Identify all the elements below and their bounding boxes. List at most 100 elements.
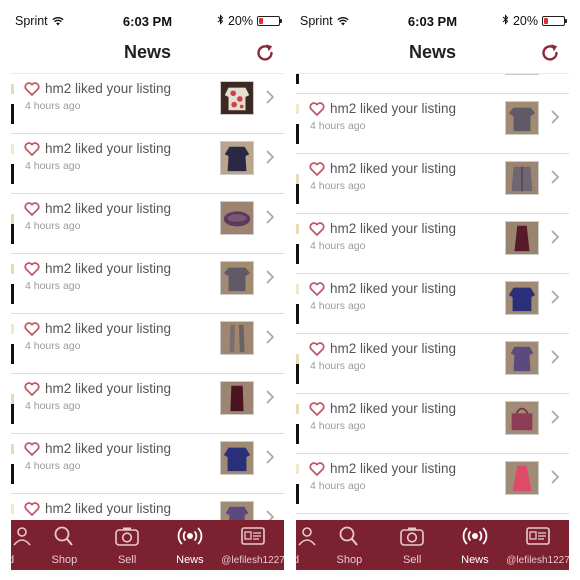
listing-thumbnail[interactable]: [505, 161, 539, 195]
listing-thumbnail[interactable]: [505, 281, 539, 315]
notification-row[interactable]: hm2 liked your listing 4 hours ago: [11, 134, 284, 194]
listing-thumbnail[interactable]: [220, 201, 254, 235]
tab-shop[interactable]: Shop: [318, 520, 381, 570]
profile-strip: [296, 404, 299, 444]
notification-text: hm2 liked your listing: [330, 461, 457, 476]
heart-icon: [24, 322, 40, 336]
chevron-right-icon: [551, 230, 560, 244]
notification-text: hm2 liked your listing: [45, 501, 172, 516]
tab-news[interactable]: News: [159, 520, 222, 570]
red-white-print-top-image: [221, 82, 253, 114]
listing-thumbnail[interactable]: [505, 341, 539, 375]
battery-percent: 20%: [512, 14, 538, 28]
notification-time: 4 hours ago: [25, 220, 81, 232]
chevron-right-icon: [266, 150, 275, 164]
news-feed[interactable]: hm2 liked your listing 4 hours ago hm2 lik…: [296, 74, 569, 520]
listing-thumbnail[interactable]: [220, 261, 254, 295]
pink-dress-image: [506, 462, 538, 494]
tab-sell[interactable]: Sell: [381, 520, 444, 570]
listing-thumbnail[interactable]: [505, 101, 539, 135]
status-bar: Sprint 6:03 PM 20%: [296, 8, 569, 34]
profile-strip: [11, 384, 14, 424]
person-icon: [11, 525, 35, 547]
notification-row[interactable]: hm2 liked your listing4 hours ago: [11, 434, 284, 494]
notification-text: hm2 liked your listing: [330, 101, 457, 116]
profile-strip: [296, 164, 299, 204]
broadcast-icon: [462, 525, 488, 547]
notification-row[interactable]: hm2 liked your listing4 hours ago: [296, 154, 569, 214]
battery-level: [544, 18, 548, 24]
tab-label: News: [461, 554, 489, 566]
refresh-icon[interactable]: [254, 42, 276, 64]
battery-icon: [542, 16, 567, 26]
notification-row[interactable]: hm2 liked your listing4 hours ago: [296, 94, 569, 154]
news-feed-list: hm2 liked your listing 4 hours ago hm2 lik…: [296, 74, 569, 514]
news-feed[interactable]: hm2 liked your listing 4 hours ago hm2 lik…: [11, 74, 284, 520]
heart-icon: [309, 462, 325, 476]
notification-text: hm2 liked your listing: [330, 281, 457, 296]
listing-thumbnail[interactable]: [220, 441, 254, 475]
tab-label: d: [296, 554, 300, 566]
chevron-right-icon: [266, 390, 275, 404]
heart-icon: [309, 282, 325, 296]
notification-row[interactable]: hm2 liked your listing4 hours ago: [11, 314, 284, 374]
profile-strip: [296, 74, 299, 84]
notification-row[interactable]: hm2 liked your listing4 hours ago: [296, 394, 569, 454]
tab-shop[interactable]: Shop: [33, 520, 96, 570]
notification-time: 4 hours ago: [310, 420, 366, 432]
chevron-right-icon: [551, 470, 560, 484]
notification-time: 4 hours ago: [310, 480, 366, 492]
notification-row[interactable]: hm2 liked your listing4 hours ago: [11, 374, 284, 434]
notification-row[interactable]: hm2 liked your listing4 hours ago: [296, 214, 569, 274]
chevron-right-icon: [266, 450, 275, 464]
notification-row[interactable]: hm2 liked your listing4 hours ago: [11, 254, 284, 314]
notification-row[interactable]: hm2 liked your listing 4 hours ago: [296, 454, 569, 514]
tab-profile[interactable]: @lefilesh1227: [221, 520, 284, 570]
notification-row[interactable]: hm2 liked your listing4 hours ago: [296, 74, 569, 94]
listing-thumbnail[interactable]: [505, 74, 539, 75]
listing-thumbnail[interactable]: [220, 321, 254, 355]
notification-text: hm2 liked your listing: [45, 141, 172, 156]
profile-strip: [11, 204, 14, 244]
purple-bag-image: [221, 202, 253, 234]
notification-row[interactable]: hm2 liked your listing4 hours ago: [296, 334, 569, 394]
grey-cardigan-image: [506, 162, 538, 194]
tab-label: News: [176, 554, 204, 566]
tab-profile[interactable]: @lefilesh1227: [506, 520, 569, 570]
tab-news[interactable]: News: [444, 520, 507, 570]
tab-label: Sell: [117, 554, 137, 566]
notification-row[interactable]: hm2 liked your listing4 hours ago: [11, 494, 284, 520]
id-card-icon: [525, 525, 551, 547]
listing-thumbnail[interactable]: [505, 221, 539, 255]
tab-me[interactable]: d: [296, 520, 318, 570]
profile-strip: [11, 324, 14, 364]
battery-percent: 20%: [227, 14, 253, 28]
tab-me[interactable]: d: [11, 520, 33, 570]
profile-strip: [296, 284, 299, 324]
listing-thumbnail[interactable]: [220, 381, 254, 415]
notification-row[interactable]: hm2 liked your listing4 hours ago: [11, 194, 284, 254]
notification-row[interactable]: hm2 liked your listing4 hours ago: [11, 74, 284, 134]
status-right: 20%: [217, 14, 282, 28]
tab-sell[interactable]: Sell: [96, 520, 159, 570]
listing-thumbnail[interactable]: [505, 401, 539, 435]
heart-icon: [24, 442, 40, 456]
phone-screen-right: Sprint 6:03 PM 20% News hm2 liked your l…: [296, 8, 569, 570]
listing-thumbnail[interactable]: [505, 461, 539, 495]
listing-thumbnail[interactable]: [220, 501, 254, 520]
pink-bag-image: [506, 402, 538, 434]
listing-thumbnail[interactable]: [220, 141, 254, 175]
refresh-icon[interactable]: [539, 42, 561, 64]
notification-time: 4 hours ago: [25, 160, 81, 172]
phone-screen-left: Sprint 6:03 PM 20% News hm2 liked your l…: [11, 8, 284, 570]
chevron-right-icon: [266, 210, 275, 224]
profile-strip: [11, 264, 14, 304]
profile-strip: [296, 224, 299, 264]
heart-icon: [309, 102, 325, 116]
heart-icon: [309, 222, 325, 236]
notification-row[interactable]: hm2 liked your listing4 hours ago: [296, 274, 569, 334]
broadcast-icon: [177, 525, 203, 547]
heart-icon: [24, 142, 40, 156]
status-bar: Sprint 6:03 PM 20%: [11, 8, 284, 34]
listing-thumbnail[interactable]: [220, 81, 254, 115]
